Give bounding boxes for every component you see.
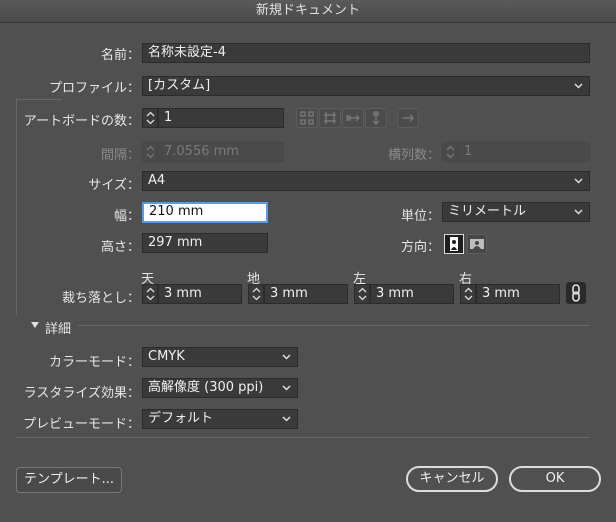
stepper-arrows-icon bbox=[358, 287, 367, 301]
chevron-down-icon bbox=[574, 178, 583, 184]
name-label: 名前： bbox=[100, 48, 140, 63]
templates-button[interactable]: テンプレート... bbox=[16, 467, 122, 493]
divider bbox=[16, 437, 590, 438]
spacing-label: 間隔： bbox=[100, 148, 140, 163]
raster-effects-value: 高解像度 (300 ppi) bbox=[148, 380, 264, 395]
raster-effects-dropdown[interactable]: 高解像度 (300 ppi) bbox=[142, 378, 298, 398]
link-bleed-button[interactable] bbox=[566, 282, 586, 304]
stepper-arrows-icon bbox=[146, 145, 155, 159]
chevron-down-icon bbox=[282, 385, 291, 391]
width-input[interactable]: 210 mm bbox=[142, 202, 268, 223]
artboards-label: アートボードの数： bbox=[23, 114, 140, 129]
artboards-input[interactable]: 1 bbox=[158, 108, 284, 128]
columns-input[interactable]: 1 bbox=[458, 142, 590, 162]
color-mode-value: CMYK bbox=[148, 349, 185, 364]
chevron-down-icon bbox=[282, 416, 291, 422]
bleed-top-stepper[interactable] bbox=[142, 284, 158, 304]
advanced-section-label[interactable]: 詳細 bbox=[45, 318, 71, 337]
units-dropdown[interactable]: ミリメートル bbox=[442, 202, 590, 222]
units-label: 単位： bbox=[400, 209, 440, 224]
divider bbox=[16, 99, 62, 100]
preview-mode-value: デフォルト bbox=[148, 411, 214, 426]
height-label: 高さ： bbox=[100, 240, 140, 255]
columns-label: 横列数： bbox=[387, 148, 440, 163]
profile-label: プロファイル： bbox=[48, 81, 140, 96]
stepper-arrows-icon bbox=[446, 145, 455, 159]
spacing-input[interactable]: 7.0556 mm bbox=[158, 142, 284, 162]
chain-link-icon bbox=[572, 284, 580, 302]
preview-mode-dropdown[interactable]: デフォルト bbox=[142, 409, 298, 429]
preview-mode-label: プレビューモード： bbox=[22, 417, 140, 432]
divider bbox=[16, 299, 17, 315]
color-mode-label: カラーモード： bbox=[48, 355, 140, 370]
size-dropdown[interactable]: A4 bbox=[142, 171, 590, 191]
spacing-stepper[interactable] bbox=[142, 142, 158, 162]
bleed-label: 裁ち落とし： bbox=[61, 291, 140, 306]
grid-by-row-icon[interactable] bbox=[296, 108, 318, 128]
stepper-arrows-icon bbox=[146, 287, 155, 301]
profile-dropdown[interactable]: [カスタム] bbox=[142, 76, 590, 96]
bleed-bottom-input[interactable]: 3 mm bbox=[264, 284, 348, 304]
arrange-by-row-icon[interactable] bbox=[342, 108, 364, 128]
width-label: 幅： bbox=[113, 209, 140, 224]
columns-stepper[interactable] bbox=[442, 142, 458, 162]
landscape-orientation-button[interactable] bbox=[467, 234, 487, 254]
stepper-arrows-icon bbox=[146, 111, 155, 125]
portrait-orientation-button[interactable] bbox=[444, 234, 464, 254]
units-value: ミリメートル bbox=[448, 204, 527, 219]
ok-button[interactable]: OK bbox=[509, 466, 601, 492]
bleed-right-input[interactable]: 3 mm bbox=[476, 284, 560, 304]
landscape-icon bbox=[470, 239, 484, 249]
height-input[interactable]: 297 mm bbox=[142, 233, 268, 253]
name-input[interactable]: 名称未設定-4 bbox=[142, 43, 590, 63]
chevron-down-icon bbox=[574, 209, 583, 215]
bleed-bottom-stepper[interactable] bbox=[248, 284, 264, 304]
stepper-arrows-icon bbox=[464, 287, 473, 301]
size-label: サイズ： bbox=[88, 178, 140, 193]
window-title: 新規ドキュメント bbox=[0, 0, 616, 23]
triangle-down-icon[interactable] bbox=[30, 321, 40, 329]
chevron-down-icon bbox=[282, 354, 291, 360]
size-value: A4 bbox=[148, 173, 166, 188]
divider bbox=[16, 99, 17, 299]
portrait-icon bbox=[450, 237, 458, 251]
color-mode-dropdown[interactable]: CMYK bbox=[142, 347, 298, 367]
artboards-stepper[interactable] bbox=[142, 108, 158, 128]
profile-value: [カスタム] bbox=[148, 78, 211, 93]
bleed-top-input[interactable]: 3 mm bbox=[158, 284, 242, 304]
layout-direction-icon[interactable] bbox=[397, 108, 419, 128]
divider bbox=[78, 325, 590, 326]
bleed-left-stepper[interactable] bbox=[354, 284, 370, 304]
bleed-left-input[interactable]: 3 mm bbox=[370, 284, 454, 304]
orientation-label: 方向： bbox=[400, 240, 440, 255]
chevron-down-icon bbox=[574, 83, 583, 89]
cancel-button[interactable]: キャンセル bbox=[406, 466, 498, 492]
grid-by-column-icon[interactable] bbox=[319, 108, 341, 128]
arrange-by-column-icon[interactable] bbox=[365, 108, 387, 128]
stepper-arrows-icon bbox=[252, 287, 261, 301]
bleed-right-stepper[interactable] bbox=[460, 284, 476, 304]
raster-effects-label: ラスタライズ効果： bbox=[23, 386, 140, 401]
